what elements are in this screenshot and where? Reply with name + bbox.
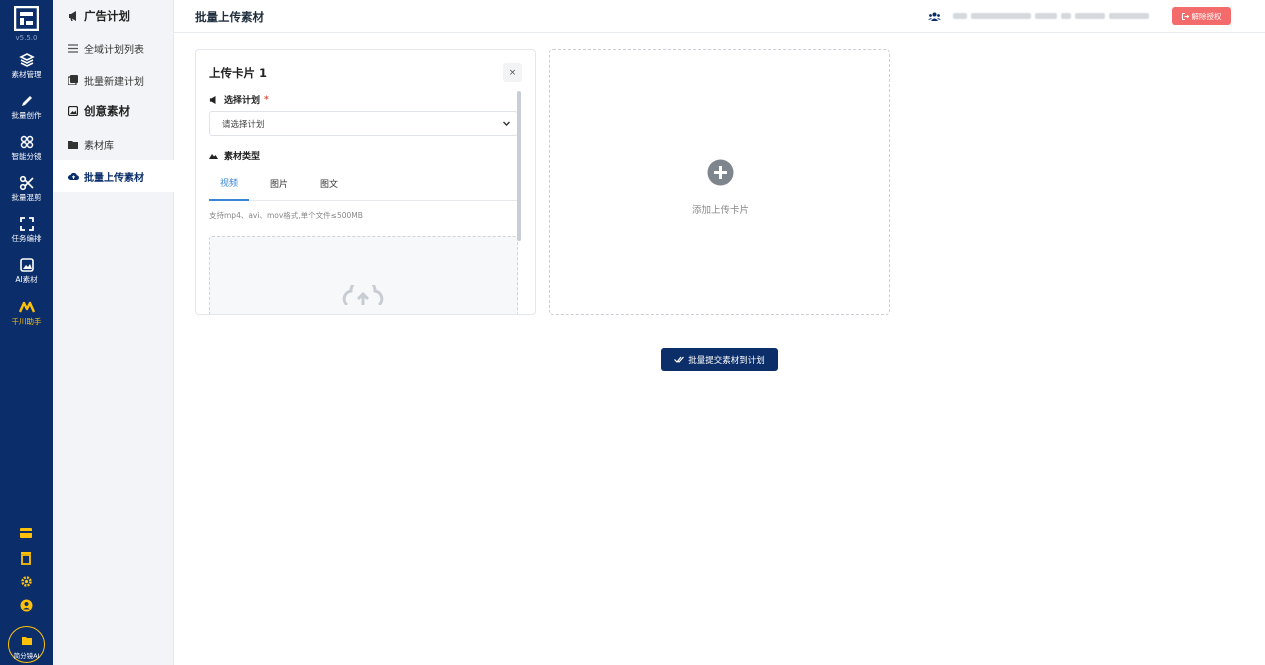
cut-icon bbox=[19, 175, 34, 191]
sidebar-item-label: 素材库 bbox=[84, 140, 114, 152]
page-title: 批量上传素材 bbox=[195, 10, 264, 24]
folder-icon bbox=[21, 637, 32, 645]
chevron-down-icon bbox=[503, 121, 510, 126]
redacted-text bbox=[953, 13, 967, 19]
format-hint: 支持mp4、avi、mov格式,单个文件≤500MB bbox=[209, 211, 363, 220]
file-dropzone[interactable] bbox=[209, 236, 518, 314]
rail-item-label: 智能分镜 bbox=[11, 152, 42, 161]
tab-image-text[interactable]: 图文 bbox=[309, 166, 349, 201]
sidebar-item-material-library[interactable]: 素材库 bbox=[53, 128, 174, 160]
copy-icon bbox=[68, 75, 84, 85]
rail-item-batch-mix[interactable]: 批量混剪 bbox=[0, 175, 53, 213]
redacted-text bbox=[1035, 13, 1057, 19]
trash-icon[interactable] bbox=[20, 551, 32, 565]
logout-icon bbox=[1181, 12, 1189, 20]
picture-icon bbox=[68, 106, 84, 116]
type-label-text: 素材类型 bbox=[224, 152, 261, 162]
sidebar-item-all-plans[interactable]: 全域计划列表 bbox=[53, 32, 174, 64]
upload-card-title: 上传卡片 1 bbox=[209, 66, 268, 80]
rail-item-material-manage[interactable]: 素材管理 bbox=[0, 52, 53, 90]
rail-item-label: 任务编排 bbox=[11, 234, 42, 243]
mountain-icon bbox=[209, 152, 218, 159]
upload-card: 上传卡片 1 × 选择计划 * 请选择计划 素材类型 视频 图片 图文 支持mp… bbox=[195, 49, 536, 315]
redacted-text bbox=[1075, 13, 1105, 19]
secondary-sidebar: 广告计划 全域计划列表 批量新建计划 创意素材 素材库 批量上传素材 bbox=[53, 0, 174, 665]
megaphone-icon bbox=[209, 95, 218, 104]
required-mark: * bbox=[264, 94, 269, 105]
account-info bbox=[928, 9, 1153, 23]
rail-item-smart-storyboard[interactable]: 智能分镜 bbox=[0, 134, 53, 172]
tab-image[interactable]: 图片 bbox=[259, 166, 299, 201]
cloud-upload-icon bbox=[68, 172, 84, 181]
folder-icon bbox=[68, 140, 84, 149]
card-scrollbar[interactable] bbox=[517, 91, 521, 241]
image-icon bbox=[19, 258, 34, 272]
user-avatar-button[interactable]: 简分镜AI bbox=[8, 626, 45, 663]
deauthorize-button[interactable]: 解除授权 bbox=[1172, 7, 1231, 25]
user-avatar-label: 简分镜AI bbox=[13, 652, 40, 660]
card-icon[interactable] bbox=[19, 526, 33, 540]
rail-item-label: 批量混剪 bbox=[11, 193, 42, 202]
close-card-button[interactable]: × bbox=[503, 63, 522, 82]
redacted-text bbox=[1061, 13, 1071, 19]
expand-icon bbox=[19, 217, 34, 231]
top-bar: 批量上传素材 解除授权 bbox=[174, 0, 1265, 33]
plus-circle-icon bbox=[707, 159, 734, 186]
sidebar-item-ad-plan[interactable]: 广告计划 bbox=[53, 0, 174, 32]
redacted-text bbox=[1109, 13, 1149, 19]
scissors-icon bbox=[20, 135, 33, 149]
redacted-text bbox=[971, 13, 1031, 19]
pencil-icon bbox=[21, 96, 32, 106]
sidebar-item-label: 全域计划列表 bbox=[84, 44, 144, 56]
main-rail: v5.5.0 素材管理 批量创作 智能分镜 批量混剪 任务编排 AI素材 千川助… bbox=[0, 0, 53, 665]
sidebar-item-label: 广告计划 bbox=[84, 9, 130, 23]
add-upload-card-label: 添加上传卡片 bbox=[691, 205, 749, 216]
add-upload-card[interactable]: 添加上传卡片 bbox=[549, 49, 890, 315]
app-version: v5.5.0 bbox=[15, 34, 38, 42]
plan-select-value: 请选择计划 bbox=[222, 119, 265, 130]
rail-item-task-orchestrate[interactable]: 任务编排 bbox=[0, 216, 53, 254]
sidebar-item-creative-material[interactable]: 创意素材 bbox=[53, 95, 174, 127]
megaphone-icon bbox=[68, 11, 84, 21]
batch-submit-button[interactable]: 批量提交素材到计划 bbox=[661, 348, 778, 371]
type-field-label: 素材类型 bbox=[209, 149, 260, 162]
rail-item-batch-create[interactable]: 批量创作 bbox=[0, 93, 53, 131]
layers-icon bbox=[18, 53, 35, 67]
tab-video[interactable]: 视频 bbox=[209, 174, 249, 201]
batch-submit-label: 批量提交素材到计划 bbox=[688, 354, 765, 365]
plan-field-label: 选择计划 * bbox=[209, 93, 269, 106]
rail-item-qianchuan-helper[interactable]: 千川助手 bbox=[0, 299, 53, 337]
app-root: v5.5.0 素材管理 批量创作 智能分镜 批量混剪 任务编排 AI素材 千川助… bbox=[0, 0, 1265, 665]
rail-item-label: 素材管理 bbox=[11, 70, 42, 79]
material-type-tabs: 视频 图片 图文 bbox=[209, 166, 518, 201]
plan-select[interactable]: 请选择计划 bbox=[209, 111, 518, 136]
rail-item-label: 批量创作 bbox=[11, 111, 42, 120]
gear-icon[interactable] bbox=[20, 575, 33, 588]
list-icon bbox=[68, 43, 84, 53]
users-icon bbox=[928, 12, 941, 21]
rail-item-label: 千川助手 bbox=[11, 317, 42, 326]
plan-label-text: 选择计划 bbox=[224, 96, 261, 106]
sidebar-item-batch-upload[interactable]: 批量上传素材 bbox=[53, 160, 174, 192]
sidebar-item-label: 批量新建计划 bbox=[84, 76, 144, 88]
rail-item-label: AI素材 bbox=[15, 275, 38, 284]
sidebar-item-label: 批量上传素材 bbox=[84, 172, 144, 184]
rail-item-ai-material[interactable]: AI素材 bbox=[0, 257, 53, 295]
sidebar-item-label: 创意素材 bbox=[84, 104, 130, 118]
app-logo-icon[interactable] bbox=[14, 6, 39, 31]
cloud-upload-icon bbox=[342, 285, 384, 305]
double-check-icon bbox=[674, 356, 685, 363]
deauthorize-label: 解除授权 bbox=[1191, 11, 1222, 21]
user-circle-icon[interactable] bbox=[20, 599, 33, 612]
m-logo-icon bbox=[18, 301, 35, 313]
sidebar-item-batch-new-plan[interactable]: 批量新建计划 bbox=[53, 64, 174, 96]
